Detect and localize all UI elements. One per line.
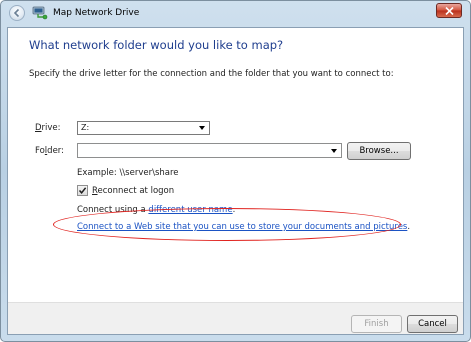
network-drive-icon — [32, 6, 48, 20]
finish-button[interactable]: Finish — [351, 315, 402, 333]
cancel-button[interactable]: Cancel — [407, 315, 458, 333]
chevron-down-icon — [199, 126, 205, 130]
reconnect-checkbox[interactable] — [77, 185, 88, 196]
drive-label: Drive: — [35, 123, 61, 133]
folder-example-text: Example: \\server\share — [77, 168, 179, 178]
instruction-text: Specify the drive letter for the connect… — [29, 69, 394, 79]
highlight-ellipse — [53, 208, 401, 241]
drive-select[interactable]: Z: — [77, 121, 210, 135]
browse-button[interactable]: Browse... — [347, 142, 411, 160]
close-button[interactable] — [436, 3, 462, 18]
window-title: Map Network Drive — [53, 8, 140, 18]
back-arrow-icon — [13, 8, 20, 18]
map-network-drive-window: Map Network Drive What network folder wo… — [0, 0, 471, 342]
close-icon — [444, 6, 454, 15]
back-button[interactable] — [9, 5, 25, 21]
page-heading: What network folder would you like to ma… — [29, 38, 284, 52]
reconnect-label[interactable]: Reconnect at logon — [92, 186, 174, 196]
checkmark-icon — [78, 187, 87, 194]
folder-input[interactable] — [77, 143, 342, 158]
drive-select-value: Z: — [81, 123, 90, 132]
folder-label: Folder: — [35, 146, 65, 156]
chevron-down-icon[interactable] — [331, 149, 337, 153]
